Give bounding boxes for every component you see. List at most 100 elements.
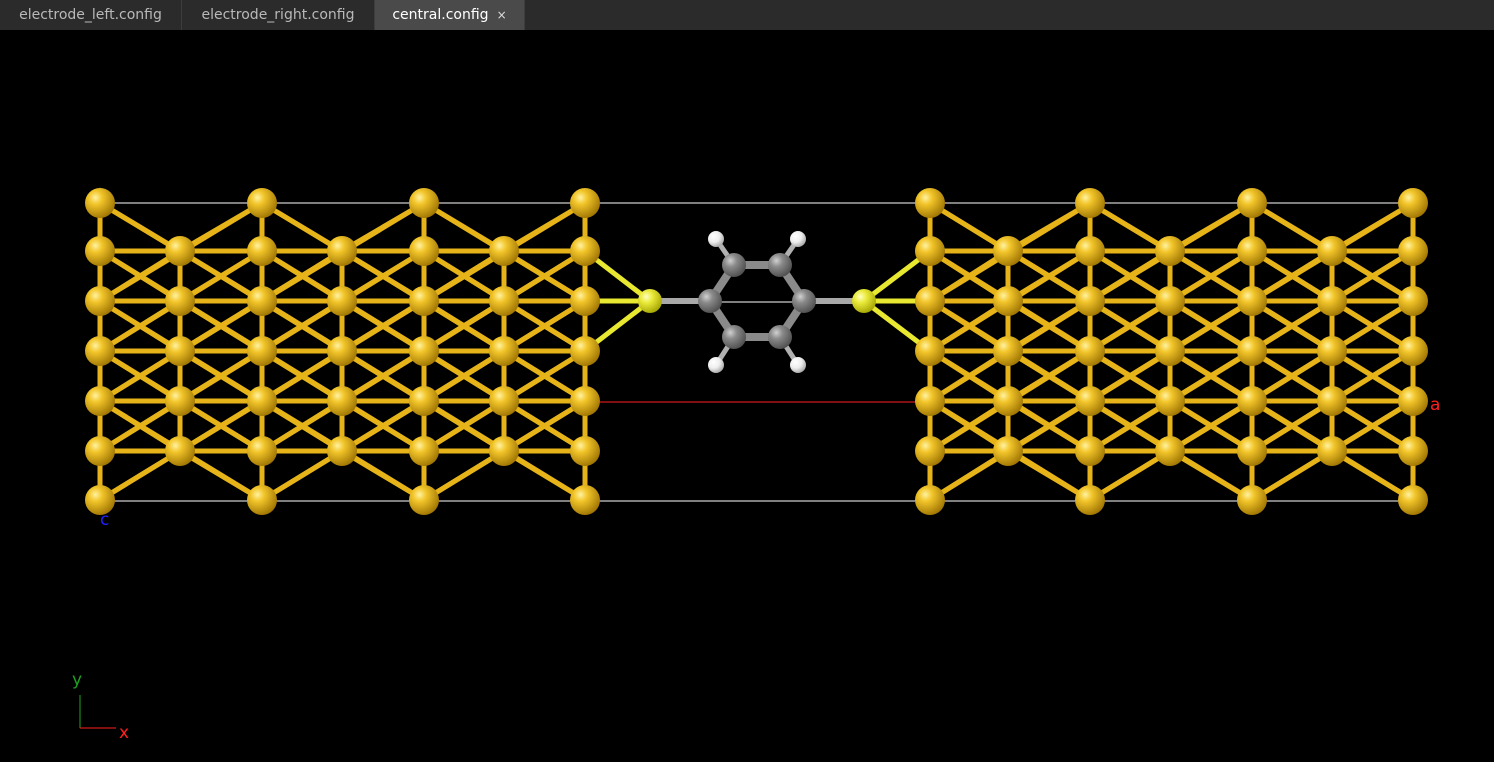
au-atom[interactable] — [165, 286, 195, 316]
tab-electrode-right[interactable]: electrode_right.config — [182, 0, 375, 30]
au-atom[interactable] — [1237, 485, 1267, 515]
au-atom[interactable] — [1075, 236, 1105, 266]
au-atom[interactable] — [1237, 386, 1267, 416]
au-atom[interactable] — [993, 386, 1023, 416]
h-atom[interactable] — [708, 357, 724, 373]
au-atom[interactable] — [165, 336, 195, 366]
au-atom[interactable] — [570, 188, 600, 218]
tab-electrode-left[interactable]: electrode_left.config — [0, 0, 182, 30]
au-atom[interactable] — [327, 286, 357, 316]
au-atom[interactable] — [247, 188, 277, 218]
au-atom[interactable] — [85, 188, 115, 218]
au-atom[interactable] — [570, 286, 600, 316]
au-atom[interactable] — [1237, 436, 1267, 466]
au-atom[interactable] — [915, 236, 945, 266]
au-atom[interactable] — [915, 188, 945, 218]
au-atom[interactable] — [915, 286, 945, 316]
au-atom[interactable] — [409, 188, 439, 218]
au-atom[interactable] — [489, 336, 519, 366]
au-atom[interactable] — [570, 485, 600, 515]
au-atom[interactable] — [915, 485, 945, 515]
au-atom[interactable] — [409, 236, 439, 266]
au-atom[interactable] — [1155, 386, 1185, 416]
close-icon[interactable]: × — [497, 8, 507, 22]
au-atom[interactable] — [409, 485, 439, 515]
s-atom[interactable] — [638, 289, 662, 313]
au-atom[interactable] — [327, 436, 357, 466]
au-atom[interactable] — [1155, 436, 1185, 466]
au-atom[interactable] — [1398, 436, 1428, 466]
au-atom[interactable] — [1398, 188, 1428, 218]
au-atom[interactable] — [247, 485, 277, 515]
au-atom[interactable] — [247, 436, 277, 466]
tab-central[interactable]: central.config × — [375, 0, 525, 30]
au-atom[interactable] — [1237, 336, 1267, 366]
au-atom[interactable] — [1317, 386, 1347, 416]
au-atom[interactable] — [1075, 286, 1105, 316]
au-atom[interactable] — [1398, 336, 1428, 366]
au-atom[interactable] — [570, 236, 600, 266]
au-atom[interactable] — [247, 236, 277, 266]
au-atom[interactable] — [1075, 336, 1105, 366]
au-atom[interactable] — [489, 236, 519, 266]
au-atom[interactable] — [165, 436, 195, 466]
au-atom[interactable] — [409, 336, 439, 366]
au-atom[interactable] — [1237, 188, 1267, 218]
au-atom[interactable] — [165, 386, 195, 416]
au-atom[interactable] — [85, 236, 115, 266]
molecule-scene[interactable]: a c y x — [0, 30, 1494, 762]
au-atom[interactable] — [915, 436, 945, 466]
au-atom[interactable] — [85, 286, 115, 316]
au-atom[interactable] — [1317, 286, 1347, 316]
au-atom[interactable] — [1155, 236, 1185, 266]
au-atom[interactable] — [570, 436, 600, 466]
au-atom[interactable] — [247, 286, 277, 316]
s-atom[interactable] — [852, 289, 876, 313]
au-atom[interactable] — [489, 286, 519, 316]
au-atom[interactable] — [1317, 336, 1347, 366]
au-atom[interactable] — [489, 436, 519, 466]
au-atom[interactable] — [1398, 386, 1428, 416]
au-atom[interactable] — [993, 436, 1023, 466]
au-atom[interactable] — [1317, 236, 1347, 266]
au-atom[interactable] — [327, 236, 357, 266]
au-atom[interactable] — [85, 386, 115, 416]
au-atom[interactable] — [409, 386, 439, 416]
au-atom[interactable] — [993, 236, 1023, 266]
au-atom[interactable] — [327, 386, 357, 416]
h-atom[interactable] — [790, 231, 806, 247]
au-atom[interactable] — [1075, 436, 1105, 466]
au-atom[interactable] — [409, 286, 439, 316]
au-atom[interactable] — [915, 336, 945, 366]
au-atom[interactable] — [1398, 485, 1428, 515]
au-atom[interactable] — [915, 386, 945, 416]
au-atom[interactable] — [85, 436, 115, 466]
au-atom[interactable] — [570, 336, 600, 366]
au-atom[interactable] — [1317, 436, 1347, 466]
c-atom[interactable] — [768, 325, 792, 349]
au-atom[interactable] — [570, 386, 600, 416]
au-atom[interactable] — [1075, 188, 1105, 218]
au-atom[interactable] — [327, 336, 357, 366]
au-atom[interactable] — [1155, 336, 1185, 366]
au-atom[interactable] — [1075, 485, 1105, 515]
au-atom[interactable] — [1155, 286, 1185, 316]
au-atom[interactable] — [1075, 386, 1105, 416]
h-atom[interactable] — [708, 231, 724, 247]
au-atom[interactable] — [247, 386, 277, 416]
au-atom[interactable] — [247, 336, 277, 366]
au-atom[interactable] — [409, 436, 439, 466]
au-atom[interactable] — [993, 336, 1023, 366]
au-atom[interactable] — [85, 336, 115, 366]
au-atom[interactable] — [1237, 286, 1267, 316]
au-atom[interactable] — [1237, 236, 1267, 266]
c-atom[interactable] — [768, 253, 792, 277]
c-atom[interactable] — [722, 325, 746, 349]
h-atom[interactable] — [790, 357, 806, 373]
c-atom[interactable] — [792, 289, 816, 313]
c-atom[interactable] — [722, 253, 746, 277]
au-atom[interactable] — [1398, 236, 1428, 266]
au-atom[interactable] — [1398, 286, 1428, 316]
3d-viewport[interactable]: a c y x — [0, 30, 1494, 762]
au-atom[interactable] — [489, 386, 519, 416]
